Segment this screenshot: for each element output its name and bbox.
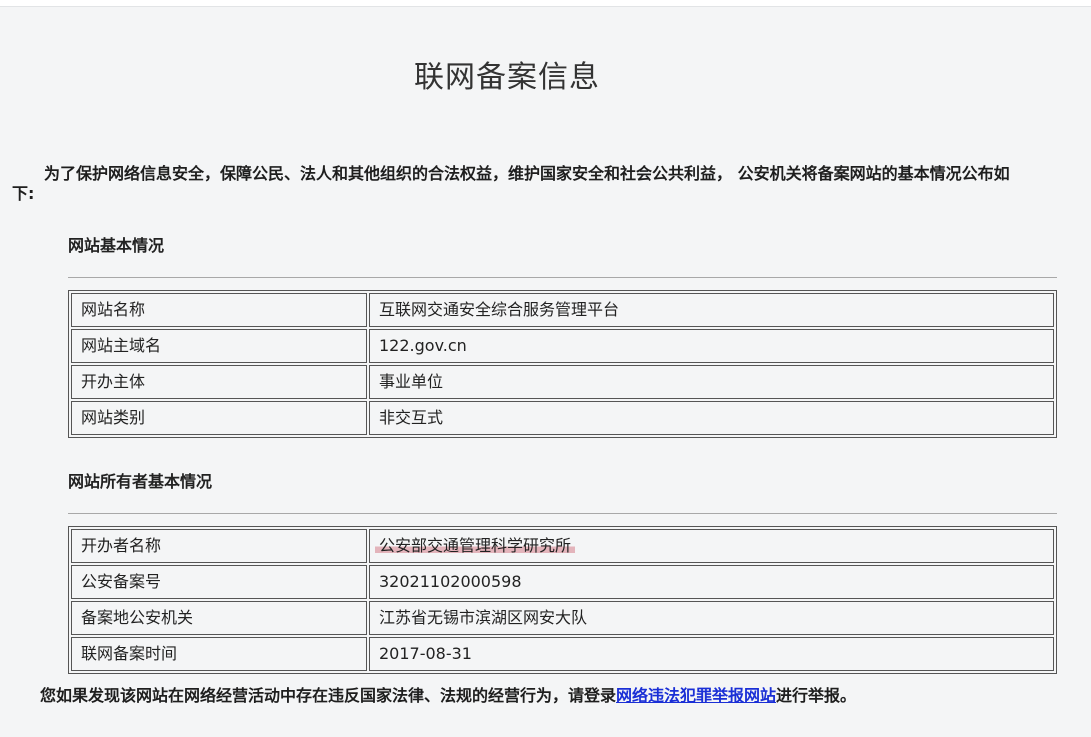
table-row: 公安备案号 32021102000598 [71,565,1054,599]
row-value-record-number: 32021102000598 [369,565,1054,599]
table-row: 联网备案时间 2017-08-31 [71,637,1054,671]
row-value-owner-name: 公安部交通管理科学研究所 [375,536,576,555]
table-row: 开办主体 事业单位 [71,365,1054,399]
row-value-owner-name-cell: 公安部交通管理科学研究所 [369,529,1054,563]
row-label-police-authority: 备案地公安机关 [71,601,367,635]
intro-paragraph: 为了保护网络信息安全，保障公民、法人和其他组织的合法权益，维护国家安全和社会公共… [0,160,1091,210]
website-section-divider [68,277,1057,278]
report-notice-before: 您如果发现该网站在网络经营活动中存在违反国家法律、法规的经营行为，请登录 [40,686,617,705]
page-title: 联网备案信息 [414,60,600,95]
table-row: 网站主域名 122.gov.cn [71,329,1054,363]
report-notice: 您如果发现该网站在网络经营活动中存在违反国家法律、法规的经营行为，请登录网络违法… [40,684,856,708]
row-label-record-number: 公安备案号 [71,565,367,599]
row-value-police-authority: 江苏省无锡市滨湖区网安大队 [369,601,1054,635]
row-label-owner-name: 开办者名称 [71,529,367,563]
row-value-site-category: 非交互式 [369,401,1054,435]
top-border [0,0,1091,7]
row-value-site-name: 互联网交通安全综合服务管理平台 [369,293,1054,327]
owner-section-heading: 网站所有者基本情况 [68,472,213,491]
table-row: 网站类别 非交互式 [71,401,1054,435]
row-label-domain: 网站主域名 [71,329,367,363]
website-section-heading: 网站基本情况 [68,236,165,255]
report-site-link[interactable]: 网络违法犯罪举报网站 [616,686,776,705]
table-row: 备案地公安机关 江苏省无锡市滨湖区网安大队 [71,601,1054,635]
report-notice-after: 进行举报。 [776,686,857,705]
intro-line-1: 为了保护网络信息安全，保障公民、法人和其他组织的合法权益，维护国家安全和社会公共… [44,164,1010,183]
row-value-record-date: 2017-08-31 [369,637,1054,671]
row-value-domain: 122.gov.cn [369,329,1054,363]
intro-line-2: 下: [12,184,35,203]
owner-section-divider [68,513,1057,514]
row-label-organizer-type: 开办主体 [71,365,367,399]
row-label-site-category: 网站类别 [71,401,367,435]
owner-info-table: 开办者名称 公安部交通管理科学研究所 公安备案号 32021102000598 … [68,526,1057,674]
row-label-record-date: 联网备案时间 [71,637,367,671]
row-label-site-name: 网站名称 [71,293,367,327]
table-row: 开办者名称 公安部交通管理科学研究所 [71,529,1054,563]
row-value-organizer-type: 事业单位 [369,365,1054,399]
table-row: 网站名称 互联网交通安全综合服务管理平台 [71,293,1054,327]
website-info-table: 网站名称 互联网交通安全综合服务管理平台 网站主域名 122.gov.cn 开办… [68,290,1057,438]
